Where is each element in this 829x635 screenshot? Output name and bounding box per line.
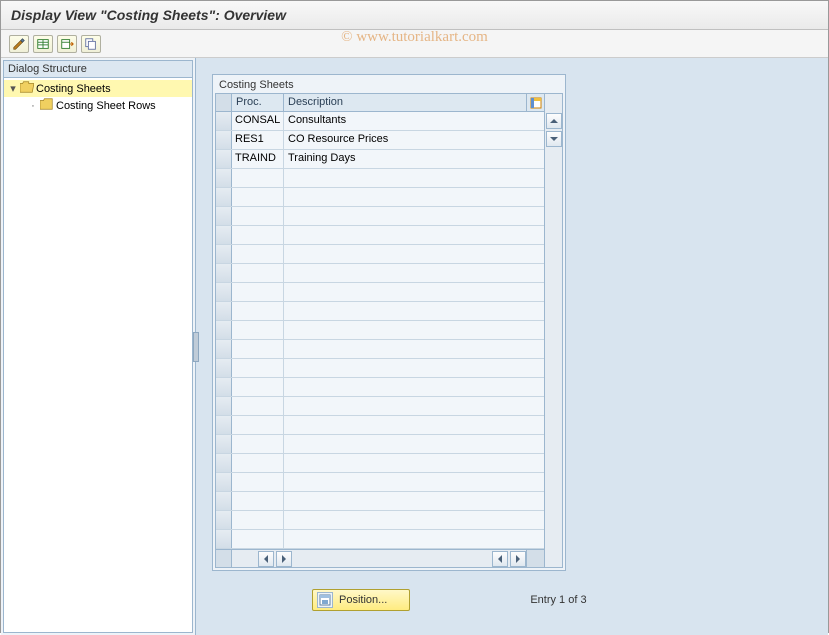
horizontal-scrollbar[interactable] — [216, 549, 544, 567]
row-selector[interactable] — [216, 397, 232, 415]
tree-item-costing-sheets[interactable]: ▾ Costing Sheets — [4, 80, 192, 97]
tree-item-costing-sheet-rows[interactable]: · Costing Sheet Rows — [4, 97, 192, 114]
row-selector[interactable] — [216, 359, 232, 377]
position-button[interactable]: Position... — [312, 589, 410, 611]
costing-sheets-panel: Costing Sheets Proc. Description CONS — [212, 74, 566, 571]
cell-proc[interactable]: CONSAL — [232, 112, 284, 130]
toolbar-table-button-1[interactable] — [33, 35, 53, 53]
costing-sheets-grid: Proc. Description CONSAL Consultants — [215, 93, 563, 568]
entry-counter: Entry 1 of 3 — [530, 594, 586, 606]
select-all-cell[interactable] — [216, 94, 232, 111]
dialog-structure-tree: ▾ Costing Sheets · Costing Sheet Rows — [3, 78, 193, 633]
row-selector[interactable] — [216, 378, 232, 396]
scroll-right-button[interactable] — [276, 551, 292, 567]
table-settings-icon — [530, 97, 542, 109]
row-selector[interactable] — [216, 226, 232, 244]
toolbar — [1, 30, 828, 58]
scroll-down-button[interactable] — [546, 131, 562, 147]
folder-closed-icon — [40, 98, 54, 113]
tree-bullet-icon: · — [28, 100, 38, 112]
page-title: Display View "Costing Sheets": Overview — [1, 1, 828, 30]
position-button-label: Position... — [339, 594, 387, 606]
cell-proc[interactable]: RES1 — [232, 131, 284, 149]
table-row-empty[interactable] — [216, 397, 544, 416]
sidebar-title: Dialog Structure — [3, 60, 193, 78]
table-export-icon — [60, 37, 74, 51]
row-selector[interactable] — [216, 321, 232, 339]
row-selector[interactable] — [216, 435, 232, 453]
cell-description[interactable]: CO Resource Prices — [284, 131, 544, 149]
row-selector[interactable] — [216, 207, 232, 225]
splitter-handle[interactable] — [193, 332, 199, 362]
table-row-empty[interactable] — [216, 207, 544, 226]
row-selector[interactable] — [216, 416, 232, 434]
row-selector[interactable] — [216, 169, 232, 187]
column-header-description[interactable]: Description — [284, 94, 526, 111]
toolbar-table-button-2[interactable] — [57, 35, 77, 53]
table-row-empty[interactable] — [216, 473, 544, 492]
row-selector[interactable] — [216, 283, 232, 301]
table-row-empty[interactable] — [216, 321, 544, 340]
row-selector[interactable] — [216, 530, 232, 548]
scroll-right-button-2[interactable] — [510, 551, 526, 567]
column-header-proc[interactable]: Proc. — [232, 94, 284, 111]
tree-item-label: Costing Sheets — [36, 83, 111, 95]
row-selector[interactable] — [216, 112, 232, 130]
table-row-empty[interactable] — [216, 435, 544, 454]
scroll-left-button[interactable] — [258, 551, 274, 567]
table-icon — [36, 37, 50, 51]
table-row-empty[interactable] — [216, 454, 544, 473]
vertical-scrollbar[interactable] — [544, 94, 562, 567]
toolbar-edit-button[interactable] — [9, 35, 29, 53]
table-row[interactable]: TRAIND Training Days — [216, 150, 544, 169]
row-selector[interactable] — [216, 131, 232, 149]
cell-description[interactable]: Consultants — [284, 112, 544, 130]
tree-item-label: Costing Sheet Rows — [56, 100, 156, 112]
row-selector[interactable] — [216, 454, 232, 472]
row-selector[interactable] — [216, 492, 232, 510]
panel-title: Costing Sheets — [215, 77, 563, 93]
row-selector[interactable] — [216, 188, 232, 206]
row-selector[interactable] — [216, 302, 232, 320]
row-selector[interactable] — [216, 473, 232, 491]
grid-header: Proc. Description — [216, 94, 544, 112]
table-row-empty[interactable] — [216, 188, 544, 207]
cell-description[interactable]: Training Days — [284, 150, 544, 168]
table-row-empty[interactable] — [216, 264, 544, 283]
table-row-empty[interactable] — [216, 302, 544, 321]
table-row-empty[interactable] — [216, 492, 544, 511]
table-row-empty[interactable] — [216, 169, 544, 188]
table-row-empty[interactable] — [216, 359, 544, 378]
folder-open-icon — [20, 81, 34, 96]
table-row-empty[interactable] — [216, 378, 544, 397]
scroll-left-button-2[interactable] — [492, 551, 508, 567]
table-row-empty[interactable] — [216, 530, 544, 549]
column-config-button[interactable] — [526, 94, 544, 111]
toolbar-table-button-3[interactable] — [81, 35, 101, 53]
cell-proc[interactable]: TRAIND — [232, 150, 284, 168]
content-area: Costing Sheets Proc. Description CONS — [196, 58, 828, 635]
table-row[interactable]: CONSAL Consultants — [216, 112, 544, 131]
row-selector[interactable] — [216, 150, 232, 168]
table-row-empty[interactable] — [216, 245, 544, 264]
table-copy-icon — [84, 37, 98, 51]
table-row-empty[interactable] — [216, 283, 544, 302]
row-selector[interactable] — [216, 340, 232, 358]
table-row-empty[interactable] — [216, 416, 544, 435]
table-row-empty[interactable] — [216, 226, 544, 245]
pencil-icon — [12, 37, 26, 51]
table-row[interactable]: RES1 CO Resource Prices — [216, 131, 544, 150]
table-row-empty[interactable] — [216, 511, 544, 530]
sidebar: Dialog Structure ▾ Costing Sheets · Cost… — [1, 58, 196, 635]
row-selector[interactable] — [216, 511, 232, 529]
position-icon — [317, 592, 333, 608]
footer: Position... Entry 1 of 3 — [212, 571, 812, 619]
tree-toggle-icon[interactable]: ▾ — [8, 82, 18, 95]
row-selector[interactable] — [216, 245, 232, 263]
scroll-up-button[interactable] — [546, 113, 562, 129]
row-selector[interactable] — [216, 264, 232, 282]
table-row-empty[interactable] — [216, 340, 544, 359]
